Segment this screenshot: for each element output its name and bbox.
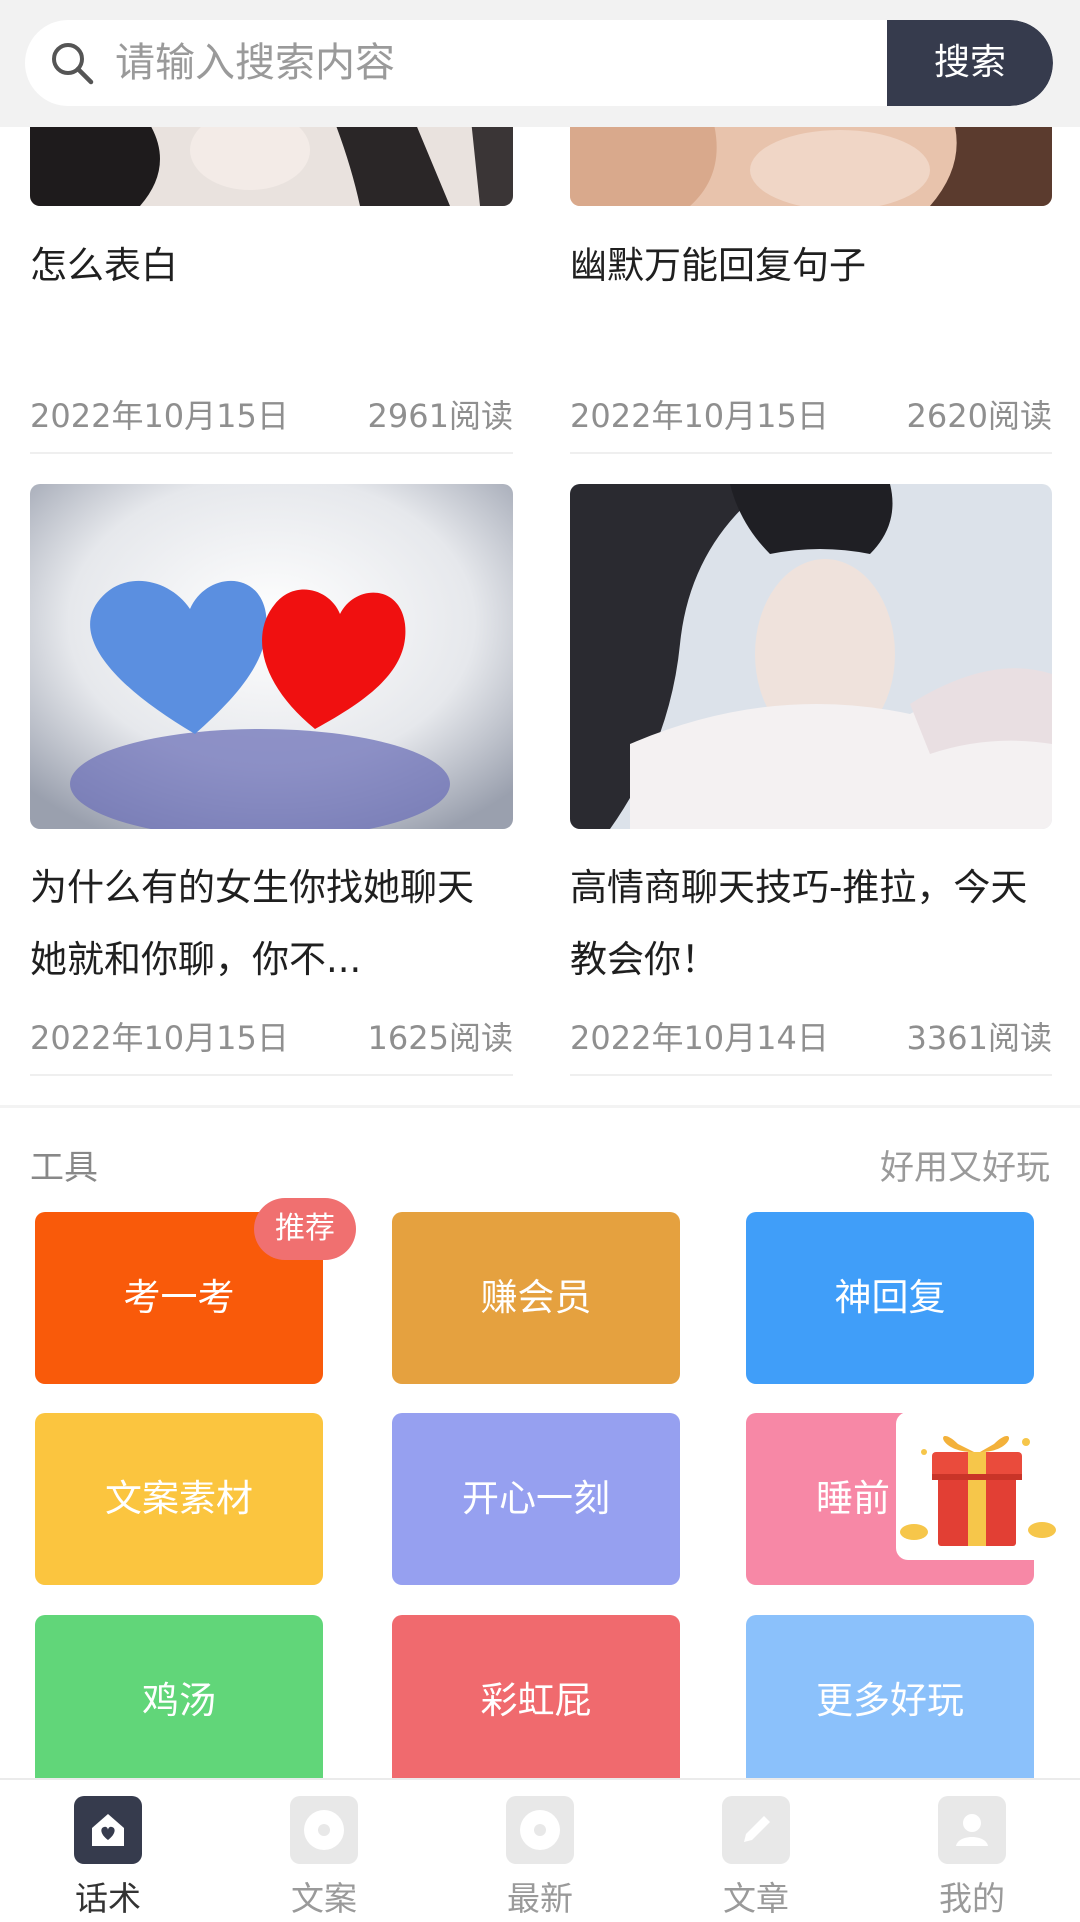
tools-section-subtitle: 好用又好玩 [880,1148,1050,1188]
search-header: 搜索 [0,0,1080,127]
disc-icon [506,1796,574,1864]
search-button[interactable]: 搜索 [887,20,1053,106]
tool-copywriting[interactable]: 文案素材 [35,1413,323,1585]
article-meta: 2022年10月14日 3361阅读 [570,1018,1052,1058]
search-box[interactable]: 搜索 [25,20,1053,106]
article-title[interactable]: 为什么有的女生你找她聊天她就和你聊，你不... [30,852,500,996]
gift-icon [900,1435,1056,1546]
article-meta: 2022年10月15日 1625阅读 [30,1018,513,1058]
nav-label: 话术 [75,1879,141,1918]
bottom-navigation: 话术 文案 最新 文章 我的 [0,1778,1080,1922]
divider [570,452,1052,454]
nav-item-latest[interactable]: 最新 [432,1780,648,1922]
floating-gift-button[interactable] [896,1412,1058,1560]
tool-more-fun[interactable]: 更多好玩 [746,1615,1034,1778]
article-meta: 2022年10月15日 2961阅读 [30,396,513,436]
article-read-count: 1625阅读 [367,1019,513,1057]
article-read-count: 3361阅读 [906,1019,1052,1057]
tool-earn-membership[interactable]: 赚会员 [392,1212,680,1384]
nav-label: 文案 [291,1879,357,1918]
nav-label: 我的 [939,1879,1005,1918]
article-thumbnail[interactable] [30,484,513,829]
pencil-icon [722,1796,790,1864]
nav-item-articles[interactable]: 文章 [648,1780,864,1922]
article-read-count: 2620阅读 [906,397,1052,435]
nav-item-huashu[interactable]: 话术 [0,1780,216,1922]
recommend-badge: 推荐 [254,1198,356,1260]
divider [570,1074,1052,1076]
article-title[interactable]: 幽默万能回复句子 [570,230,1060,302]
home-icon [74,1796,142,1864]
tool-rainbow-fart[interactable]: 彩虹屁 [392,1615,680,1778]
article-title[interactable]: 高情商聊天技巧-推拉，今天教会你！ [570,852,1040,996]
divider [30,1074,513,1076]
nav-label: 最新 [507,1879,573,1918]
section-separator [0,1105,1080,1108]
search-icon [52,43,94,85]
tool-happy-moment[interactable]: 开心一刻 [392,1413,680,1585]
nav-item-wenan[interactable]: 文案 [216,1780,432,1922]
divider [30,452,513,454]
article-date: 2022年10月15日 [30,1019,289,1057]
search-input[interactable] [115,20,895,106]
article-thumbnail[interactable] [570,484,1052,829]
tool-chicken-soup[interactable]: 鸡汤 [35,1615,323,1778]
article-meta: 2022年10月15日 2620阅读 [570,396,1052,436]
article-date: 2022年10月14日 [570,1019,829,1057]
tools-section-title: 工具 [30,1148,98,1188]
article-date: 2022年10月15日 [570,397,829,435]
tool-witty-reply[interactable]: 神回复 [746,1212,1034,1384]
nav-item-mine[interactable]: 我的 [864,1780,1080,1922]
article-title[interactable]: 怎么表白 [30,230,520,302]
user-icon [938,1796,1006,1864]
tool-bedtime-label: 睡前 [816,1477,890,1520]
article-read-count: 2961阅读 [367,397,513,435]
article-date: 2022年10月15日 [30,397,289,435]
nav-label: 文章 [723,1879,789,1918]
disc-icon [290,1796,358,1864]
